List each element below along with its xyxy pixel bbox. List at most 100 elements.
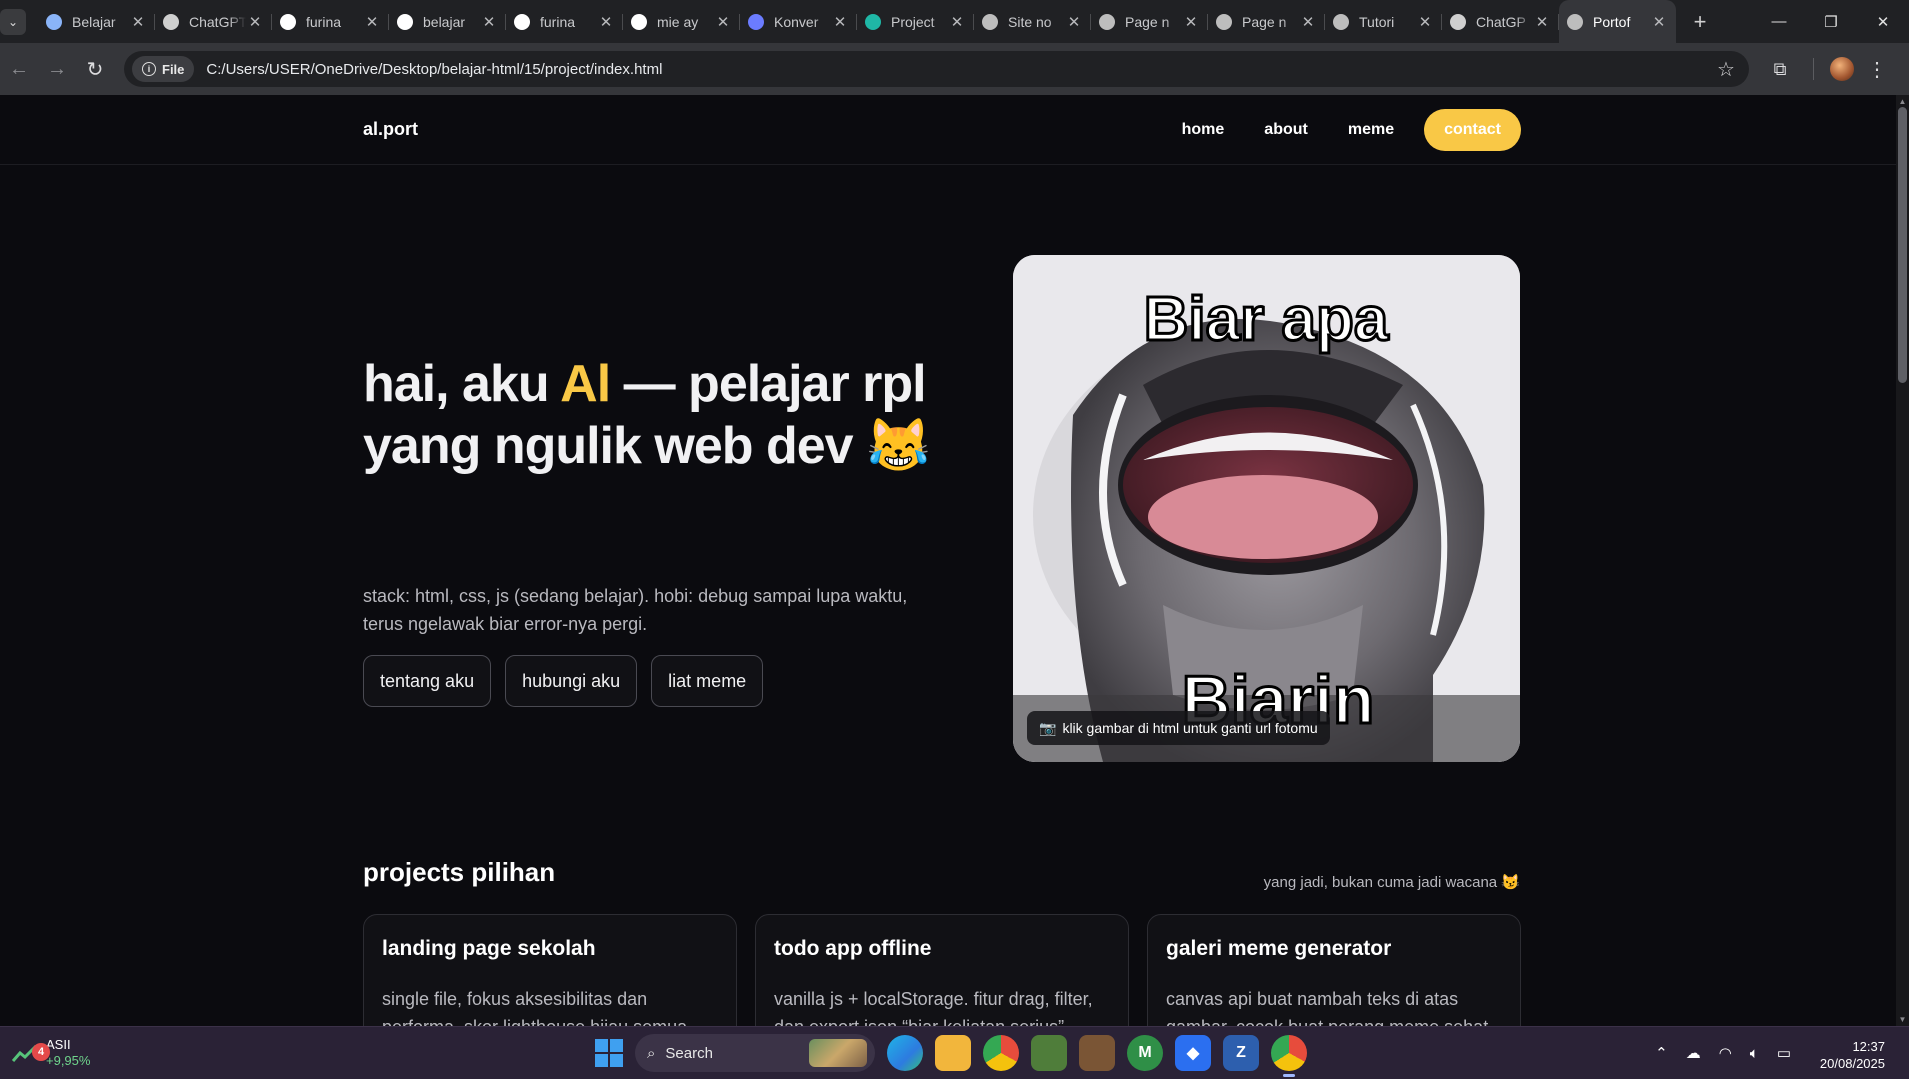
- close-tab-icon[interactable]: ✕: [597, 13, 615, 31]
- close-tab-icon[interactable]: ✕: [948, 13, 966, 31]
- tab-title: Belajar: [72, 13, 116, 30]
- tray-overflow-icon[interactable]: ⌃: [1655, 1044, 1668, 1062]
- battery-icon[interactable]: ▭: [1777, 1044, 1791, 1062]
- extensions-puzzle-icon[interactable]: ⧉: [1763, 59, 1797, 80]
- nav-about-link[interactable]: about: [1264, 121, 1308, 139]
- meme-image-card[interactable]: Biar apa Biarin 📷 klik gambar di html un…: [1013, 255, 1520, 762]
- contact-me-button[interactable]: hubungi aku: [505, 655, 638, 707]
- google-icon: [631, 13, 647, 30]
- onedrive-icon[interactable]: ☁: [1686, 1044, 1701, 1062]
- browser-tab[interactable]: mie ay ✕: [623, 0, 740, 43]
- globe-icon: [1333, 13, 1349, 30]
- search-icon: ⌕: [647, 1044, 656, 1062]
- profile-avatar[interactable]: [1830, 57, 1854, 81]
- project-card[interactable]: todo app offline vanilla js + localStora…: [755, 914, 1129, 1026]
- hero-title-accent: Al: [560, 355, 611, 413]
- page-scrollbar[interactable]: ▲ ▼: [1896, 95, 1909, 1026]
- maximize-icon[interactable]: ❐: [1805, 0, 1857, 43]
- stock-text: ASII +9,95%: [46, 1037, 90, 1069]
- close-tab-icon[interactable]: ✕: [246, 13, 264, 31]
- address-bar[interactable]: i File C:/Users/USER/OneDrive/Desktop/be…: [124, 51, 1749, 87]
- clock[interactable]: 12:37 20/08/2025: [1820, 1038, 1885, 1072]
- scroll-thumb[interactable]: [1898, 107, 1907, 383]
- browser-tab[interactable]: Konver ✕: [740, 0, 857, 43]
- close-tab-icon[interactable]: ✕: [1416, 13, 1434, 31]
- browser-tab[interactable]: Page n ✕: [1208, 0, 1325, 43]
- tab-title: Konver: [774, 13, 819, 30]
- caption-text: klik gambar di html untuk ganti url foto…: [1062, 720, 1318, 736]
- close-tab-icon[interactable]: ✕: [1650, 13, 1668, 31]
- m-app-icon[interactable]: M: [1127, 1035, 1163, 1071]
- roblox-icon[interactable]: ◆: [1175, 1035, 1211, 1071]
- minecraft-icon[interactable]: [1079, 1035, 1115, 1071]
- browser-tab[interactable]: belajar ✕: [389, 0, 506, 43]
- stock-widget[interactable]: 4 ASII +9,95%: [11, 1037, 90, 1069]
- close-tab-icon[interactable]: ✕: [1182, 13, 1200, 31]
- github-icon: [397, 13, 413, 30]
- tab-title: Portof: [1593, 13, 1631, 30]
- url-text[interactable]: C:/Users/USER/OneDrive/Desktop/belajar-h…: [206, 61, 1711, 78]
- close-tab-icon[interactable]: ✕: [480, 13, 498, 31]
- nav-home-link[interactable]: home: [1182, 121, 1225, 139]
- close-tab-icon[interactable]: ✕: [363, 13, 381, 31]
- projects-note: yang jadi, bukan cuma jadi wacana 😼: [1263, 874, 1520, 891]
- browser-tab[interactable]: furina ✕: [272, 0, 389, 43]
- edge-icon[interactable]: [887, 1035, 923, 1071]
- hero-title-start: hai, aku: [363, 355, 561, 413]
- browser-tab[interactable]: Project ✕: [857, 0, 974, 43]
- project-card[interactable]: landing page sekolah single file, fokus …: [363, 914, 737, 1026]
- nav-meme-link[interactable]: meme: [1348, 121, 1394, 139]
- toolbar-divider: [1813, 58, 1814, 80]
- browser-tab[interactable]: ChatGP ✕: [1442, 0, 1559, 43]
- close-tab-icon[interactable]: ✕: [129, 13, 147, 31]
- browser-tab[interactable]: ChatGPT ✕: [155, 0, 272, 43]
- site-info-chip[interactable]: i File: [132, 56, 195, 82]
- reload-button[interactable]: ↻: [76, 50, 114, 88]
- browser-tab[interactable]: Page n ✕: [1091, 0, 1208, 43]
- see-meme-button[interactable]: liat meme: [651, 655, 764, 707]
- volume-icon[interactable]: 🔈︎: [1750, 1045, 1759, 1062]
- browser-tab[interactable]: Site no ✕: [974, 0, 1091, 43]
- close-tab-icon[interactable]: ✕: [1533, 13, 1551, 31]
- file-explorer-icon[interactable]: [935, 1035, 971, 1071]
- taskbar-search[interactable]: ⌕ Search: [635, 1034, 875, 1072]
- wifi-icon[interactable]: ◠: [1719, 1044, 1732, 1062]
- projects-title: projects pilihan: [363, 857, 556, 887]
- bookmark-star-icon[interactable]: ☆: [1711, 57, 1741, 82]
- back-button[interactable]: ←: [0, 50, 38, 88]
- stock-name: ASII: [46, 1037, 71, 1052]
- minecraft-launcher-icon[interactable]: [1031, 1035, 1067, 1071]
- close-tab-icon[interactable]: ✕: [1065, 13, 1083, 31]
- forward-button[interactable]: →: [38, 50, 76, 88]
- site-logo[interactable]: al.port: [363, 119, 418, 140]
- site-info-label: File: [162, 61, 185, 77]
- zip-app-icon[interactable]: Z: [1223, 1035, 1259, 1071]
- browser-tab[interactable]: Belajar ✕: [38, 0, 155, 43]
- chrome-icon[interactable]: [983, 1035, 1019, 1071]
- chrome-profile-icon[interactable]: [1271, 1035, 1307, 1077]
- close-tab-icon[interactable]: ✕: [1299, 13, 1317, 31]
- tab-title: Page n: [1242, 13, 1287, 30]
- browser-tab[interactable]: furina ✕: [506, 0, 623, 43]
- meme-image: Biar apa Biarin: [1013, 255, 1520, 762]
- windows-start-icon[interactable]: [595, 1039, 623, 1067]
- tab-search-menu-button[interactable]: ⌄: [0, 8, 26, 35]
- scroll-down-icon[interactable]: ▼: [1898, 1015, 1907, 1024]
- project-card-title: galeri meme generator: [1166, 937, 1392, 960]
- new-tab-button[interactable]: +: [1682, 9, 1718, 35]
- project-card[interactable]: galeri meme generator canvas api buat na…: [1147, 914, 1521, 1026]
- tab-title: Page n: [1125, 13, 1170, 30]
- tab-title: belajar: [423, 13, 466, 30]
- minimize-icon[interactable]: —: [1753, 0, 1805, 43]
- browser-tab[interactable]: Tutori ✕: [1325, 0, 1442, 43]
- tab-list: Belajar ✕ ChatGPT ✕ furina ✕ belajar ✕ furina ✕ mi…: [38, 0, 1676, 43]
- about-me-button[interactable]: tentang aku: [363, 655, 492, 707]
- close-tab-icon[interactable]: ✕: [714, 13, 732, 31]
- tab-title: furina: [540, 13, 576, 30]
- close-tab-icon[interactable]: ✕: [831, 13, 849, 31]
- browser-menu-icon[interactable]: ⋮: [1862, 57, 1892, 82]
- browser-tab[interactable]: Portof ✕: [1559, 0, 1676, 43]
- scroll-up-icon[interactable]: ▲: [1898, 97, 1907, 106]
- nav-contact-button[interactable]: contact: [1424, 109, 1521, 151]
- close-window-icon[interactable]: ✕: [1857, 0, 1909, 43]
